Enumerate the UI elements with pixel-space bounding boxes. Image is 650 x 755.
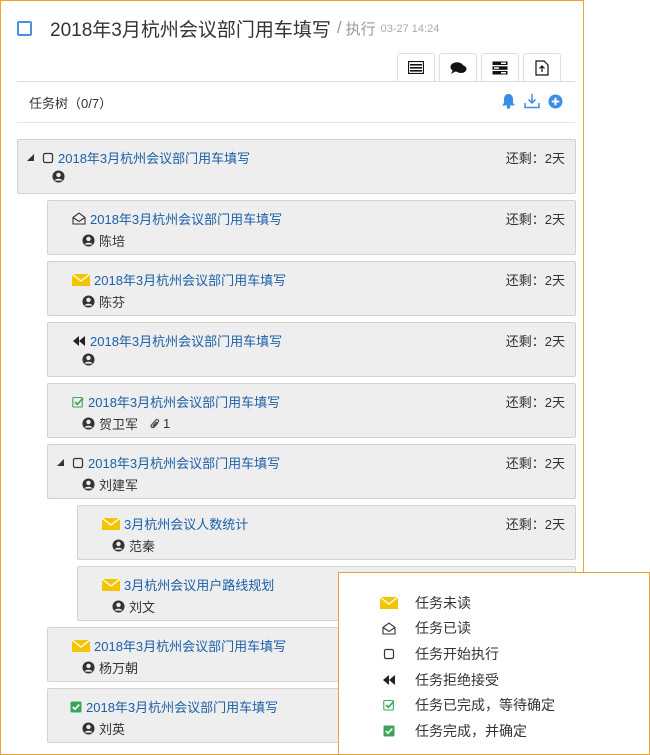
tab-export[interactable]	[523, 53, 561, 81]
task-card[interactable]: 2018年3月杭州会议部门用车填写 还剩：2天	[17, 139, 576, 194]
user-icon	[82, 353, 95, 366]
check-filled-icon	[70, 701, 82, 713]
remaining-time: 还剩：2天	[505, 334, 565, 349]
remaining-time: 还剩：2天	[505, 212, 565, 227]
rewind-icon	[379, 674, 399, 686]
tree-divider	[17, 122, 575, 123]
collapse-triangle-icon[interactable]	[26, 153, 36, 163]
user-icon	[112, 600, 125, 613]
tab-divider	[17, 81, 575, 82]
task-title-link[interactable]: 2018年3月杭州会议部门用车填写	[94, 636, 286, 655]
list-icon	[408, 61, 424, 74]
user-icon	[82, 417, 95, 430]
assignee-name: 贺卫军	[99, 417, 139, 432]
attachment-count: 1	[163, 416, 171, 431]
check-filled-icon	[379, 725, 399, 737]
remaining-time: 还剩：2天	[505, 151, 565, 166]
square-outline-icon	[42, 152, 54, 164]
legend-label: 任务已完成，等待确定	[415, 697, 555, 713]
task-title-link[interactable]: 3月杭州会议人数统计	[124, 514, 248, 533]
remaining-time: 还剩：2天	[505, 273, 565, 288]
envelope-yellow-icon	[102, 578, 120, 591]
download-icon[interactable]	[524, 93, 540, 109]
legend-label: 任务拒绝接受	[415, 672, 499, 688]
envelope-open-icon	[72, 212, 86, 225]
remaining-time: 还剩：2天	[505, 517, 565, 532]
task-title-link[interactable]: 2018年3月杭州会议部门用车填写	[94, 270, 286, 289]
task-tree-label: 任务树（0/7）	[29, 96, 113, 111]
assignee-name: 陈芬	[99, 295, 126, 310]
assignee-name: 刘文	[129, 600, 156, 615]
stack-icon	[492, 61, 508, 74]
legend-item: 任务拒绝接受	[379, 670, 499, 690]
task-title-link[interactable]: 2018年3月杭州会议部门用车填写	[86, 697, 278, 716]
assignee-name: 杨万朝	[99, 661, 139, 676]
chat-icon	[450, 61, 466, 74]
remaining-time: 还剩：2天	[505, 395, 565, 410]
envelope-yellow-icon	[72, 273, 90, 286]
status-legend: 任务未读 任务已读 任务开始执行 任务拒绝接受 任务已完成，等待确定 任务完成，…	[338, 572, 650, 755]
user-icon	[52, 170, 65, 183]
page-header: 2018年3月杭州会议部门用车填写 / 执行 03-27 14:24	[17, 15, 439, 41]
task-title-link[interactable]: 2018年3月杭州会议部门用车填写	[88, 453, 280, 472]
task-title-link[interactable]: 2018年3月杭州会议部门用车填写	[90, 209, 282, 228]
task-card[interactable]: 2018年3月杭州会议部门用车填写 还剩：2天	[47, 322, 576, 377]
legend-item: 任务已读	[379, 618, 471, 638]
envelope-yellow-icon	[72, 639, 90, 652]
square-outline-icon	[72, 457, 84, 469]
legend-item: 任务完成，并确定	[379, 721, 527, 741]
collapse-triangle-icon[interactable]	[56, 458, 66, 468]
task-title-link[interactable]: 2018年3月杭州会议部门用车填写	[90, 331, 282, 350]
user-icon	[112, 539, 125, 552]
bell-icon[interactable]	[501, 93, 516, 109]
legend-item: 任务开始执行	[379, 644, 499, 664]
user-icon	[82, 722, 95, 735]
tab-list[interactable]	[397, 53, 435, 81]
task-title-link[interactable]: 2018年3月杭州会议部门用车填写	[58, 148, 250, 167]
task-card[interactable]: 2018年3月杭州会议部门用车填写 贺卫军 1 还剩：2天	[47, 383, 576, 438]
legend-item: 任务已完成，等待确定	[379, 695, 555, 715]
paperclip-icon	[150, 418, 160, 428]
task-card[interactable]: 2018年3月杭州会议部门用车填写 刘建军 还剩：2天	[47, 444, 576, 499]
timestamp: 03-27 14:24	[380, 23, 440, 35]
check-outline-icon	[379, 699, 399, 711]
assignee-name: 陈培	[99, 234, 126, 249]
task-card[interactable]: 2018年3月杭州会议部门用车填写 陈培 还剩：2天	[47, 200, 576, 255]
task-title-link[interactable]: 3月杭州会议用户路线规划	[124, 575, 274, 594]
rewind-icon	[72, 335, 86, 347]
tab-stack[interactable]	[481, 53, 519, 81]
square-outline-icon	[379, 648, 399, 660]
legend-label: 任务完成，并确定	[415, 723, 527, 739]
tab-comments[interactable]	[439, 53, 477, 81]
user-icon	[82, 661, 95, 674]
legend-label: 任务开始执行	[415, 646, 499, 662]
envelope-yellow-icon	[379, 597, 399, 609]
task-title-link[interactable]: 2018年3月杭州会议部门用车填写	[88, 392, 280, 411]
assignee-name: 刘英	[99, 722, 126, 737]
export-icon	[535, 59, 549, 76]
legend-item: 任务未读	[379, 593, 471, 613]
legend-label: 任务已读	[415, 620, 471, 636]
user-icon	[82, 478, 95, 491]
user-icon	[82, 295, 95, 308]
remaining-time: 还剩：2天	[505, 456, 565, 471]
view-tabs	[397, 53, 561, 81]
title-separator: /	[336, 18, 342, 37]
status-label: 执行	[345, 20, 376, 38]
assignee-name: 刘建军	[99, 478, 139, 493]
legend-label: 任务未读	[415, 595, 471, 611]
user-icon	[82, 234, 95, 247]
page-title: 2018年3月杭州会议部门用车填写	[50, 19, 331, 41]
add-circle-icon[interactable]	[548, 94, 563, 109]
check-outline-icon	[72, 396, 84, 408]
assignee-name: 范秦	[129, 539, 156, 554]
envelope-yellow-icon	[102, 517, 120, 530]
task-card[interactable]: 3月杭州会议人数统计 范秦 还剩：2天	[77, 505, 576, 560]
tree-toolbar	[501, 93, 563, 109]
envelope-open-icon	[379, 621, 399, 635]
task-complete-checkbox[interactable]	[17, 20, 32, 36]
task-card[interactable]: 2018年3月杭州会议部门用车填写 陈芬 还剩：2天	[47, 261, 576, 316]
